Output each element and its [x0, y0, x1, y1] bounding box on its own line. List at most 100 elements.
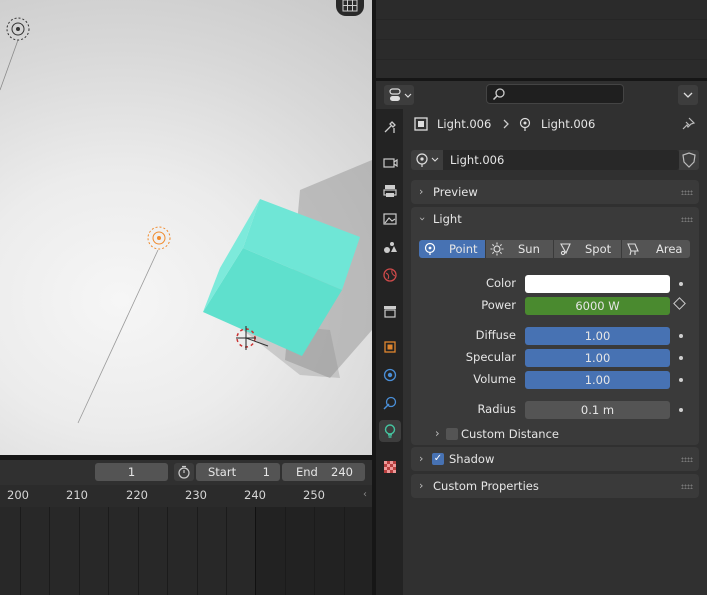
properties-editor-icon — [389, 88, 412, 101]
tab-object[interactable] — [379, 336, 401, 358]
blender-window: 1 Start 1 End 240 200 210 220 230 240 25… — [0, 0, 707, 595]
keyframe-dot-icon[interactable] — [679, 378, 683, 382]
custom-properties-panel-title: Custom Properties — [433, 479, 539, 493]
collapse-chevron-icon[interactable]: ‹ — [363, 489, 367, 500]
collection-icon — [384, 306, 396, 318]
light-type-sun[interactable]: Sun — [486, 240, 553, 258]
light-type-spot[interactable]: Spot — [554, 240, 621, 258]
power-field[interactable]: 6000 W — [525, 297, 670, 315]
grid-icon — [342, 0, 358, 12]
constraint-icon — [383, 396, 397, 410]
grid-line — [285, 507, 286, 595]
checker-icon — [384, 461, 396, 473]
chevron-down-icon: › — [416, 216, 430, 222]
tab-texture[interactable] — [379, 456, 401, 478]
light-panel-header[interactable]: › Light — [411, 207, 699, 231]
tab-light-data[interactable] — [379, 420, 401, 442]
timeline-ruler[interactable]: 200 210 220 230 240 250 ‹ — [0, 485, 372, 507]
chevron-right-icon: › — [419, 452, 424, 465]
keyframe-diamond-icon[interactable] — [673, 297, 686, 310]
datablock-selector[interactable]: Light.006 — [411, 150, 679, 170]
ruler-tick: 230 — [185, 488, 207, 502]
3d-viewport[interactable] — [0, 0, 372, 455]
search-icon — [492, 88, 505, 101]
tab-world[interactable] — [379, 264, 401, 286]
tab-physics[interactable] — [379, 364, 401, 386]
keyframe-dot-icon[interactable] — [679, 334, 683, 338]
keyframe-dot-icon[interactable] — [679, 282, 683, 286]
properties-header — [376, 81, 707, 109]
fake-user-button[interactable] — [679, 150, 699, 170]
chevron-right-icon: › — [419, 479, 424, 492]
viewport-scene — [0, 17, 372, 424]
current-frame-field[interactable]: 1 — [95, 463, 168, 481]
color-swatch[interactable] — [525, 275, 670, 293]
ruler-tick: 220 — [126, 488, 148, 502]
tab-constraints[interactable] — [379, 392, 401, 414]
light-gizmo-selected — [147, 226, 171, 250]
tab-scene[interactable] — [379, 236, 401, 258]
tab-view-layer[interactable] — [379, 208, 401, 230]
shadow-panel-title: Shadow — [449, 452, 495, 466]
drag-grip-icon[interactable] — [681, 457, 693, 462]
ruler-tick: 250 — [303, 488, 325, 502]
editor-type-menu[interactable] — [384, 85, 414, 105]
light-panel: › Light Point Sun Spot Area Color Power … — [411, 207, 699, 445]
shadow-panel-header[interactable]: › ✓ Shadow — [411, 447, 699, 471]
diffuse-label: Diffuse — [475, 328, 516, 342]
volume-label: Volume — [473, 372, 516, 386]
custom-properties-panel-header[interactable]: › Custom Properties — [411, 474, 699, 498]
grid-line — [226, 507, 227, 595]
drag-grip-icon[interactable] — [681, 484, 693, 489]
light-type-point[interactable]: Point — [419, 240, 485, 258]
tool-icon — [384, 121, 396, 133]
preview-panel-header[interactable]: › Preview — [411, 180, 699, 204]
specular-label: Specular — [465, 350, 516, 364]
timeline-body[interactable] — [0, 507, 372, 595]
color-label: Color — [485, 276, 516, 290]
stopwatch-icon[interactable] — [174, 463, 194, 481]
drag-grip-icon[interactable] — [681, 190, 693, 195]
ruler-tick: 240 — [244, 488, 266, 502]
start-label: Start — [208, 465, 237, 479]
breadcrumb-object-name: Light.006 — [437, 117, 492, 131]
light-type-area[interactable]: Area — [622, 240, 690, 258]
custom-distance-checkbox[interactable] — [446, 428, 458, 440]
light-type-label: Area — [656, 242, 683, 256]
chevron-down-icon — [683, 92, 693, 98]
end-value: 240 — [331, 465, 353, 479]
keyframe-dot-icon[interactable] — [679, 356, 683, 360]
tab-render[interactable] — [379, 151, 401, 173]
area-splitter-horizontal[interactable] — [0, 455, 372, 460]
radius-label: Radius — [477, 402, 516, 416]
bulb-icon — [384, 424, 396, 438]
diffuse-field[interactable]: 1.00 — [525, 327, 670, 345]
custom-properties-panel[interactable]: › Custom Properties — [411, 474, 699, 498]
shadow-checkbox[interactable]: ✓ — [432, 453, 444, 465]
start-frame-field[interactable]: Start 1 — [196, 463, 280, 481]
tab-tool[interactable] — [379, 116, 401, 138]
keyframe-dot-icon[interactable] — [679, 408, 683, 412]
browse-light-button[interactable] — [411, 150, 443, 170]
grid-toggle-button[interactable] — [336, 0, 364, 16]
custom-distance-subpanel[interactable]: › Custom Distance — [411, 423, 699, 445]
drag-grip-icon[interactable] — [681, 217, 693, 222]
specular-field[interactable]: 1.00 — [525, 349, 670, 367]
printer-icon — [383, 185, 397, 197]
light-type-label: Spot — [585, 242, 612, 256]
tab-output[interactable] — [379, 180, 401, 202]
search-input[interactable] — [486, 84, 624, 104]
radius-field[interactable]: 0.1 m — [525, 401, 670, 419]
grid-line — [314, 507, 315, 595]
start-value: 1 — [262, 465, 270, 479]
tab-collection[interactable] — [379, 300, 401, 322]
light-line-2 — [77, 249, 159, 424]
end-frame-field[interactable]: End 240 — [282, 463, 365, 481]
preview-panel[interactable]: › Preview — [411, 180, 699, 204]
grid-line — [167, 507, 168, 595]
pin-icon[interactable] — [680, 116, 696, 132]
options-dropdown-button[interactable] — [678, 85, 698, 105]
volume-field[interactable]: 1.00 — [525, 371, 670, 389]
shadow-panel[interactable]: › ✓ Shadow — [411, 447, 699, 471]
preview-panel-title: Preview — [433, 185, 478, 199]
